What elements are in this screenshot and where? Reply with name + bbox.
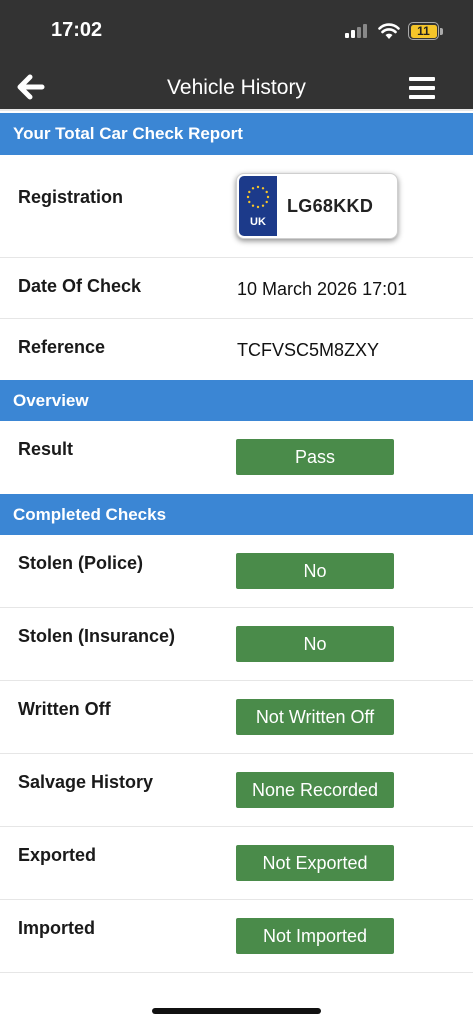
cellular-signal-icon <box>345 24 369 38</box>
home-indicator[interactable] <box>152 1008 321 1014</box>
status-time: 17:02 <box>51 19 103 41</box>
check-label: Stolen (Insurance) <box>18 626 176 646</box>
date-of-check-value: 10 March 2026 17:01 <box>237 279 408 299</box>
check-row-written-off: Written Off Not Written Off <box>0 681 473 754</box>
report-content: Your Total Car Check Report Registration… <box>0 113 473 973</box>
check-label: Salvage History <box>18 772 154 792</box>
report-section-header: Your Total Car Check Report <box>0 113 473 155</box>
completed-checks-section-header: Completed Checks <box>0 494 473 535</box>
date-of-check-row: Date Of Check 10 March 2026 17:01 <box>0 258 473 319</box>
date-of-check-label: Date Of Check <box>18 276 142 296</box>
battery-icon: 11 <box>408 22 439 40</box>
check-row-imported: Imported Not Imported <box>0 900 473 973</box>
hamburger-menu-icon[interactable] <box>409 77 435 99</box>
overview-section-header: Overview <box>0 380 473 421</box>
check-status-badge: Not Imported <box>236 918 394 954</box>
battery-level: 11 <box>417 23 430 38</box>
check-status-badge: Not Written Off <box>236 699 394 735</box>
result-label: Result <box>18 439 74 459</box>
check-status-badge: No <box>236 553 394 589</box>
check-row-salvage-history: Salvage History None Recorded <box>0 754 473 827</box>
number-plate: UK LG68KKD <box>236 173 398 239</box>
check-label: Stolen (Police) <box>18 553 144 573</box>
reference-value: TCFVSC5M8ZXY <box>237 340 380 360</box>
nav-bar: Vehicle History <box>0 62 473 111</box>
check-status-badge: Not Exported <box>236 845 394 881</box>
check-status-badge: No <box>236 626 394 662</box>
reference-label: Reference <box>18 337 106 357</box>
registration-row: Registration UK LG68KKD <box>0 155 473 258</box>
reference-row: Reference TCFVSC5M8ZXY <box>0 319 473 380</box>
result-row: Result Pass <box>0 421 473 494</box>
status-bar: 17:02 11 <box>0 0 473 62</box>
check-label: Written Off <box>18 699 111 719</box>
page-title: Vehicle History <box>167 76 306 99</box>
plate-country-code: UK <box>250 216 266 228</box>
wifi-icon <box>378 22 400 40</box>
registration-label: Registration <box>18 187 124 207</box>
result-badge: Pass <box>236 439 394 475</box>
check-row-stolen-insurance: Stolen (Insurance) No <box>0 608 473 681</box>
check-label: Exported <box>18 845 97 865</box>
check-label: Imported <box>18 918 96 938</box>
battery-tip <box>440 28 443 35</box>
plate-number: LG68KKD <box>287 196 374 216</box>
check-row-exported: Exported Not Exported <box>0 827 473 900</box>
eu-flag-icon: UK <box>239 176 277 236</box>
check-status-badge: None Recorded <box>236 772 394 808</box>
check-row-stolen-police: Stolen (Police) No <box>0 535 473 608</box>
